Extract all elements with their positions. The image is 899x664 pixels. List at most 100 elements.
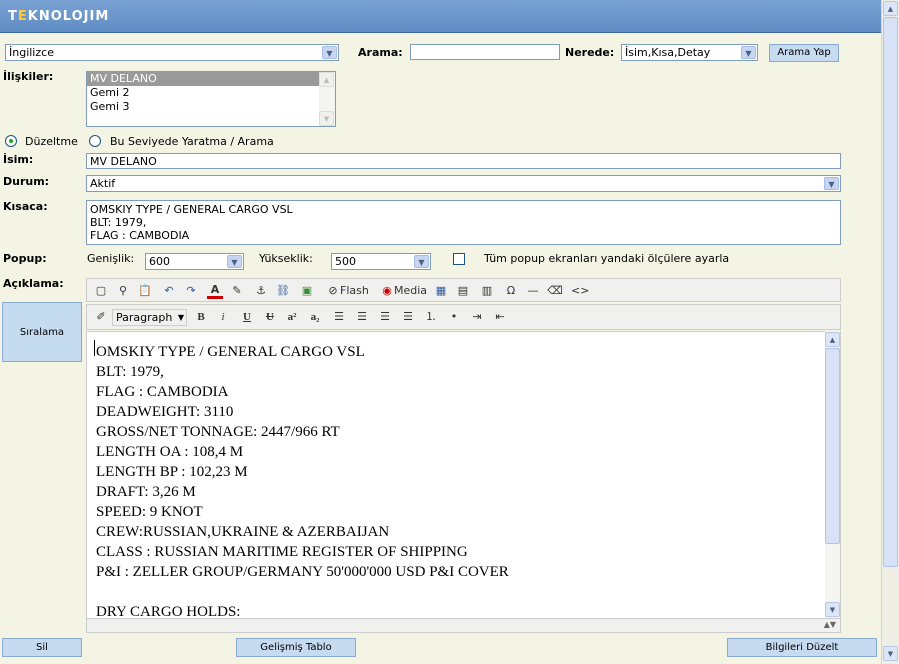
superscript-button[interactable]: a² [284,309,300,325]
popup-all-label: Tüm popup ekranları yandaki ölçülere aya… [484,252,730,265]
relations-scrollbar[interactable]: ▲ ▼ [319,72,335,126]
style-icon[interactable]: ✐ [93,309,109,325]
align-center-icon[interactable]: ☰ [354,309,370,325]
short-line: OMSKIY TYPE / GENERAL CARGO VSL [90,203,293,216]
chevron-down-icon[interactable]: ▼ [227,255,242,268]
format-select[interactable]: Paragraph ▼ [112,309,187,326]
special-char-icon[interactable]: Ω [503,283,519,299]
chevron-down-icon[interactable]: ▼ [414,255,429,268]
bold-button[interactable]: B [193,309,209,325]
flash-button[interactable]: Flash [340,283,369,299]
short-line: FLAG : CAMBODIA [90,229,190,242]
highlight-icon[interactable]: ✎ [229,283,245,299]
app-logo: TEKNOLOJIM [8,9,110,24]
name-label: İsim: [3,153,34,166]
scroll-up-icon[interactable]: ▲ [319,72,334,87]
popup-all-checkbox[interactable] [453,253,465,265]
advanced-table-button[interactable]: Gelişmiş Tablo [236,638,356,657]
relations-label: İlişkiler: [3,70,54,83]
horizontal-rule-icon[interactable]: — [525,283,541,299]
media-icon[interactable]: ◉ [379,283,395,299]
editor-line: LENGTH BP : 102,23 M [96,464,248,480]
popup-width-value: 600 [149,255,170,268]
eraser-icon[interactable]: ⌫ [547,283,563,299]
where-select[interactable]: İsim,Kısa,Detay ▼ [621,44,758,61]
table-edit-icon[interactable]: ▤ [455,283,471,299]
paste-icon[interactable]: 📋 [137,283,153,299]
popup-height-label: Yükseklik: [259,252,313,265]
outdent-icon[interactable]: ⇤ [492,309,508,325]
image-icon[interactable]: ▣ [299,283,315,299]
table-icon[interactable]: ▦ [433,283,449,299]
editor-line: P&I : ZELLER GROUP/GERMANY 50'000'000 US… [96,564,509,580]
new-document-icon[interactable]: ▢ [93,283,109,299]
sort-button[interactable]: Sıralama [2,302,82,362]
editor-line: DRY CARGO HOLDS: [96,604,241,619]
subscript-button[interactable]: a₂ [307,309,323,325]
where-value: İsim,Kısa,Detay [625,46,711,59]
popup-width-select[interactable]: 600 ▼ [145,253,244,270]
resize-handle-icon[interactable]: ▲▼ [824,620,836,629]
source-code-icon[interactable]: <> [571,283,589,299]
link-icon[interactable]: ⛓ [275,283,291,299]
list-item[interactable]: MV DELANO [87,72,335,86]
name-input[interactable]: MV DELANO [86,153,841,169]
chevron-down-icon[interactable]: ▼ [741,46,756,59]
popup-label: Popup: [3,252,47,265]
list-item[interactable]: Gemi 2 [87,86,335,100]
editor-line: BLT: 1979, [96,364,164,380]
app-header: TEKNOLOJIM [0,0,881,33]
redo-icon[interactable]: ↷ [183,283,199,299]
template-icon[interactable]: ▥ [479,283,495,299]
scroll-thumb[interactable] [825,348,840,544]
description-label: Açıklama: [3,277,64,290]
editor-line: LENGTH OA : 108,4 M [96,444,244,460]
align-right-icon[interactable]: ☰ [377,309,393,325]
update-button[interactable]: Bilgileri Düzelt [727,638,877,657]
search-button[interactable]: Arama Yap [769,44,839,62]
italic-button[interactable]: i [215,309,231,325]
page-scrollbar[interactable]: ▲ ▼ [881,0,899,664]
scroll-down-icon[interactable]: ▼ [319,111,334,126]
chevron-down-icon[interactable]: ▼ [322,46,337,59]
flash-icon[interactable]: ⊘ [325,283,341,299]
status-select[interactable]: Aktif ▼ [86,175,841,192]
language-select[interactable]: İngilizce ▼ [5,44,339,61]
scroll-down-icon[interactable]: ▼ [825,602,840,617]
bulleted-list-icon[interactable]: • [446,309,462,325]
short-line: BLT: 1979, [90,216,147,229]
editor-content[interactable]: OMSKIY TYPE / GENERAL CARGO VSL BLT: 197… [86,331,841,619]
align-justify-icon[interactable]: ☰ [400,309,416,325]
chevron-down-icon[interactable]: ▼ [824,177,839,190]
underline-button[interactable]: U [239,309,255,325]
list-item[interactable]: Gemi 3 [87,100,335,114]
delete-button[interactable]: Sil [2,638,82,657]
anchor-icon[interactable]: ⚓ [253,283,269,299]
find-icon[interactable]: ⚲ [115,283,131,299]
popup-width-label: Genişlik: [87,252,135,265]
editor-toolbar-2: ✐ Paragraph ▼ B i U U a² a₂ ☰ ☰ ☰ ☰ ⒈ • … [86,304,841,330]
popup-height-select[interactable]: 500 ▼ [331,253,431,270]
media-button[interactable]: Media [394,283,427,299]
search-input[interactable] [410,44,560,60]
undo-icon[interactable]: ↶ [161,283,177,299]
scroll-up-icon[interactable]: ▲ [825,332,840,347]
align-left-icon[interactable]: ☰ [331,309,347,325]
create-radio-label: Bu Seviyede Yaratma / Arama [110,135,274,148]
language-value: İngilizce [9,46,54,59]
text-color-icon[interactable]: A [207,283,223,299]
editor-scrollbar[interactable]: ▲ ▼ [825,331,840,618]
scroll-thumb[interactable] [883,17,898,567]
scroll-down-icon[interactable]: ▼ [883,646,898,661]
editor-line: DRAFT: 3,26 M [96,484,196,500]
chevron-down-icon[interactable]: ▼ [178,310,184,325]
numbered-list-icon[interactable]: ⒈ [423,309,439,325]
scroll-up-icon[interactable]: ▲ [883,1,898,16]
relations-listbox[interactable]: MV DELANO Gemi 2 Gemi 3 ▲ ▼ [86,71,336,127]
edit-radio[interactable] [5,135,17,147]
popup-height-value: 500 [335,255,356,268]
create-radio[interactable] [89,135,101,147]
short-textarea[interactable]: OMSKIY TYPE / GENERAL CARGO VSL BLT: 197… [86,200,841,245]
strikethrough-button[interactable]: U [262,309,278,325]
indent-icon[interactable]: ⇥ [469,309,485,325]
